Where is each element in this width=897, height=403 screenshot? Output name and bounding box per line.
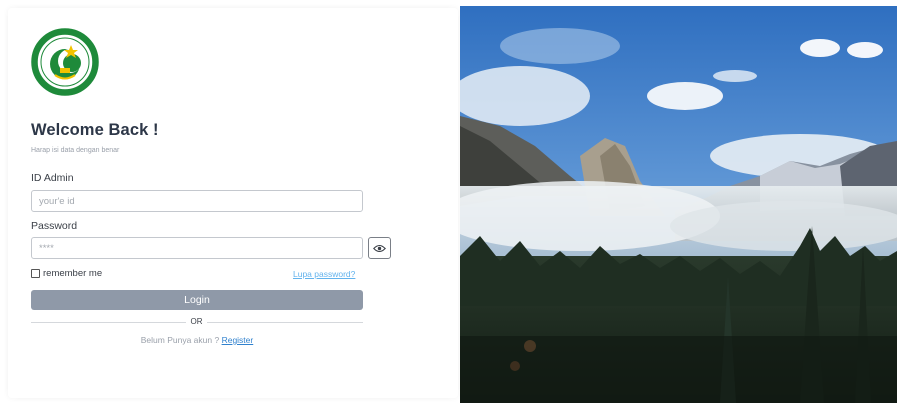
page-title: Welcome Back ! (31, 121, 159, 139)
remember-me-toggle[interactable]: remember me (31, 268, 102, 279)
password-label: Password (31, 220, 78, 232)
password-input[interactable] (31, 237, 363, 259)
divider-text: OR (190, 317, 203, 326)
school-emblem-icon (31, 28, 99, 96)
hero-image (460, 6, 897, 403)
id-admin-input[interactable] (31, 190, 363, 212)
eye-icon (373, 244, 386, 252)
login-panel: Welcome Back ! Harap isi data dengan ben… (0, 0, 460, 403)
remember-me-checkbox[interactable] (31, 269, 40, 278)
remember-me-label: remember me (43, 268, 103, 279)
register-prompt: Belum Punya akun ? Register (31, 335, 363, 345)
login-button[interactable]: Login (31, 290, 363, 310)
mountain-landscape-image (460, 6, 897, 403)
id-admin-label: ID Admin (31, 172, 74, 184)
divider-right (207, 322, 363, 323)
show-password-button[interactable] (368, 237, 391, 259)
forgot-password-link[interactable]: Lupa password? (293, 269, 355, 279)
page-subtitle: Harap isi data dengan benar (31, 147, 120, 154)
divider-left (31, 322, 186, 323)
register-prompt-text: Belum Punya akun ? (140, 335, 222, 345)
register-link[interactable]: Register (222, 335, 254, 345)
